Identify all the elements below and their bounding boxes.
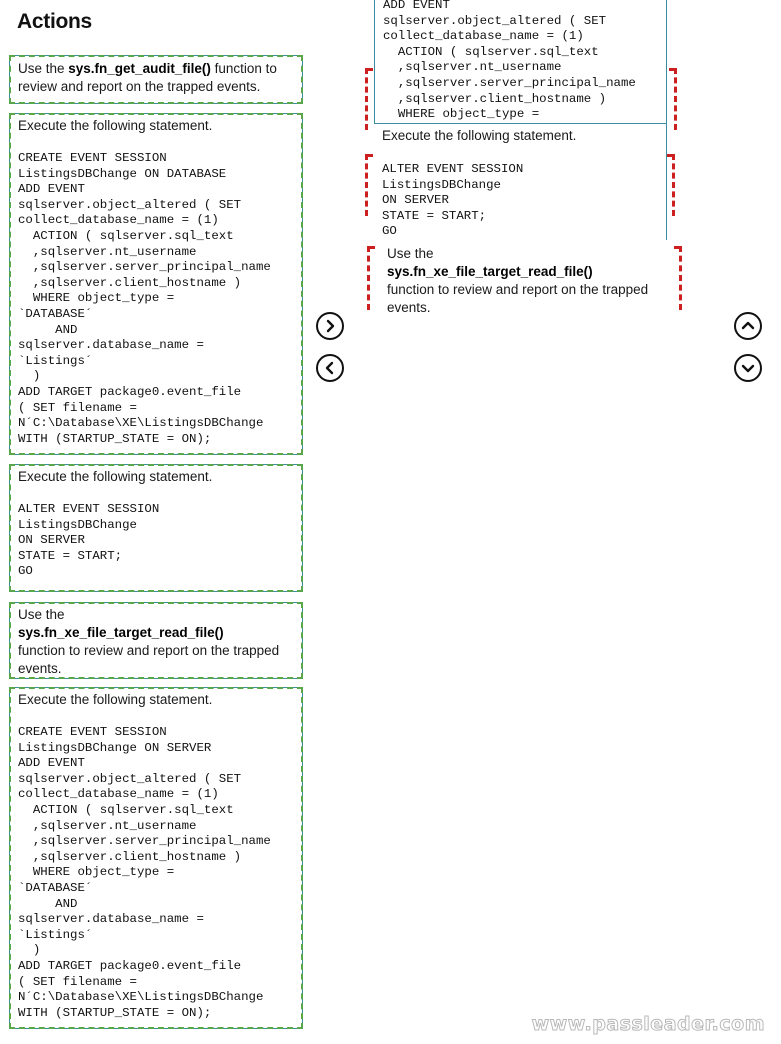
- action-intro: Execute the following statement.: [18, 469, 213, 484]
- action-intro: Execute the following statement.: [18, 692, 213, 707]
- move-down-button[interactable]: [734, 354, 762, 382]
- chevron-up-icon: [741, 321, 755, 330]
- watermark: www.passleader.com: [531, 1013, 765, 1036]
- action-code: CREATE EVENT SESSION ListingsDBChange ON…: [18, 725, 271, 1020]
- answer-item-intro: Execute the following statement.: [382, 128, 577, 143]
- answer-item-code[interactable]: ALTER EVENT SESSION ListingsDBChange ON …: [382, 162, 523, 240]
- answer-item-code: ADD EVENT sqlserver.object_altered ( SET…: [383, 0, 636, 122]
- action-item[interactable]: Execute the following statement. ALTER E…: [9, 464, 303, 592]
- chevron-left-icon: [325, 361, 334, 375]
- action-item[interactable]: Use the sys.fn_xe_file_target_read_file(…: [9, 602, 303, 679]
- action-text: Use the sys.fn_get_audit_file() function…: [18, 61, 277, 94]
- action-item[interactable]: Use the sys.fn_get_audit_file() function…: [9, 55, 303, 104]
- answer-item-dragging[interactable]: ADD EVENT sqlserver.object_altered ( SET…: [374, 0, 667, 124]
- chevron-right-icon: [326, 319, 335, 333]
- action-code: ALTER EVENT SESSION ListingsDBChange ON …: [18, 502, 160, 579]
- action-intro: Execute the following statement.: [18, 118, 213, 133]
- action-code: CREATE EVENT SESSION ListingsDBChange ON…: [18, 151, 271, 446]
- chevron-down-icon: [741, 364, 755, 373]
- actions-heading: Actions: [17, 10, 92, 33]
- action-text: Use the sys.fn_xe_file_target_read_file(…: [18, 607, 280, 676]
- move-right-button[interactable]: [316, 312, 344, 340]
- move-left-button[interactable]: [316, 354, 344, 382]
- move-up-button[interactable]: [734, 312, 762, 340]
- answer-item-text[interactable]: Use the sys.fn_xe_file_target_read_file(…: [387, 245, 677, 317]
- action-item[interactable]: Execute the following statement. CREATE …: [9, 687, 303, 1029]
- action-item[interactable]: Execute the following statement. CREATE …: [9, 113, 303, 455]
